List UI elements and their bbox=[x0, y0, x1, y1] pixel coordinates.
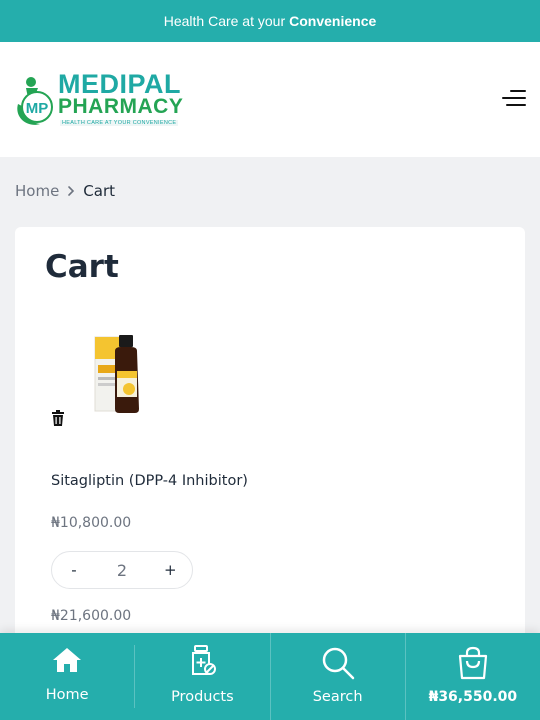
breadcrumb-home-link[interactable]: Home bbox=[15, 182, 59, 200]
logo-mark-text: MP bbox=[26, 100, 49, 117]
medipal-logo[interactable]: MP MEDIPAL PHARMACY HEALTH CARE AT YOUR … bbox=[14, 70, 184, 130]
nav-home[interactable]: Home bbox=[0, 633, 134, 720]
product-image[interactable] bbox=[89, 333, 149, 415]
trash-icon bbox=[52, 410, 64, 426]
increment-button[interactable]: + bbox=[164, 561, 177, 579]
nav-search-label: Search bbox=[312, 689, 363, 705]
cart-card: Cart Sitagliptin (DPP-4 Inhibitor) ₦10,8… bbox=[15, 227, 525, 667]
product-name[interactable]: Sitagliptin (DPP-4 Inhibitor) bbox=[51, 473, 248, 489]
home-icon bbox=[53, 648, 82, 672]
nav-search[interactable]: Search bbox=[269, 633, 405, 720]
search-icon bbox=[322, 647, 354, 680]
medicine-bottle-icon bbox=[192, 645, 217, 675]
announcement-text: Health Care at your bbox=[163, 13, 286, 29]
shopping-bag-icon bbox=[458, 646, 487, 680]
bottom-navigation: Home Products Search ₦36,550.00 bbox=[0, 633, 540, 720]
logo-tagline: HEALTH CARE AT YOUR CONVENIENCE bbox=[60, 120, 179, 126]
menu-line bbox=[510, 90, 526, 92]
logo-mark: MP bbox=[17, 77, 53, 125]
announcement-bar: Health Care at your Convenience bbox=[0, 0, 540, 42]
remove-item-button[interactable] bbox=[51, 410, 65, 426]
menu-toggle-button[interactable] bbox=[502, 88, 526, 108]
nav-cart[interactable]: ₦36,550.00 bbox=[404, 633, 540, 720]
chevron-right-icon bbox=[59, 183, 83, 199]
logo-line2: PHARMACY bbox=[58, 95, 184, 118]
quantity-value[interactable]: 2 bbox=[117, 561, 127, 580]
nav-home-label: Home bbox=[45, 687, 89, 703]
item-subtotal: ₦21,600.00 bbox=[51, 608, 132, 624]
product-price: ₦10,800.00 bbox=[51, 515, 132, 531]
announcement-bold-text: Convenience bbox=[289, 13, 377, 29]
nav-products-label: Products bbox=[171, 689, 234, 705]
nav-products[interactable]: Products bbox=[134, 645, 269, 708]
page-title: Cart bbox=[45, 249, 119, 285]
menu-line bbox=[506, 104, 526, 106]
quantity-stepper: - 2 + bbox=[51, 551, 193, 589]
site-header: MP MEDIPAL PHARMACY HEALTH CARE AT YOUR … bbox=[0, 42, 540, 157]
menu-line bbox=[502, 97, 526, 99]
breadcrumb-current: Cart bbox=[83, 182, 116, 200]
breadcrumb: Home Cart bbox=[15, 182, 115, 200]
cart-total: ₦36,550.00 bbox=[428, 689, 518, 705]
decrement-button[interactable]: - bbox=[68, 561, 80, 579]
